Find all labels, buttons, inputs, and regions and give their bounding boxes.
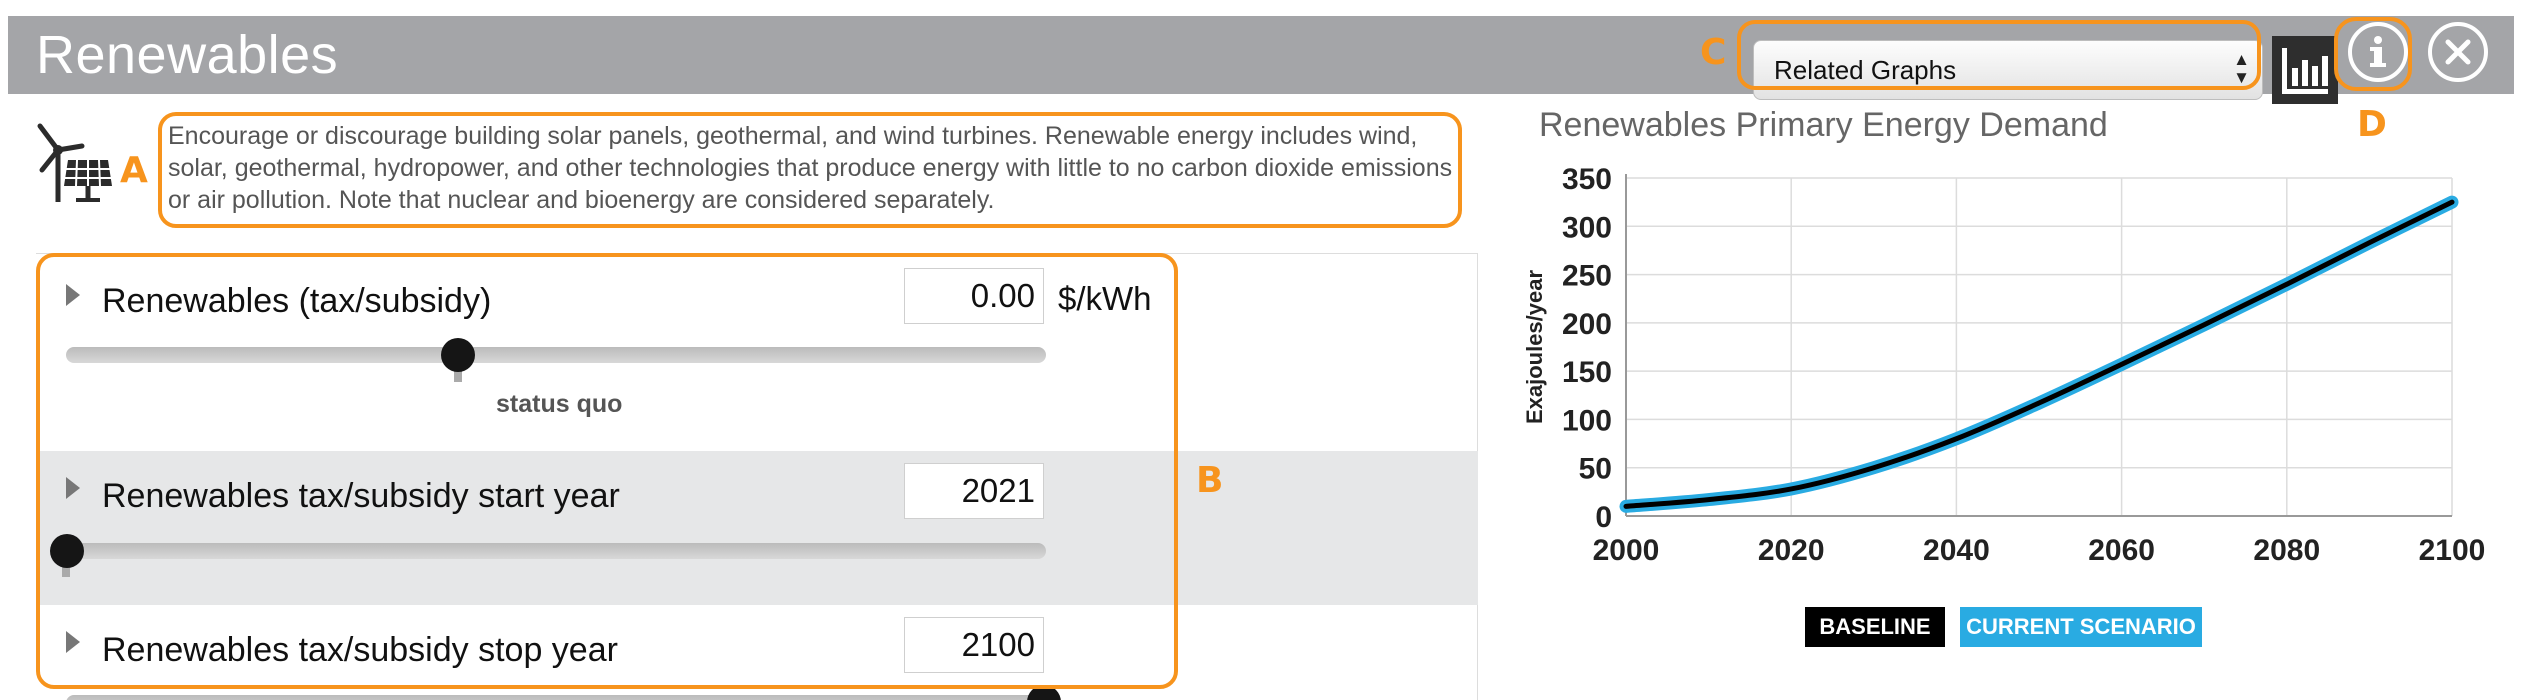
legend-baseline[interactable]: BASELINE (1805, 607, 1945, 647)
series-line-current-scenario (1619, 195, 2459, 513)
y-tick-label: 300 (1562, 211, 1612, 244)
close-button[interactable] (2428, 22, 2488, 82)
description-text: Encourage or discourage building solar p… (168, 122, 1453, 214)
graph-button[interactable] (2272, 36, 2338, 104)
series-line-baseline (1623, 199, 2455, 509)
legend-current-scenario[interactable]: CURRENT SCENARIO (1960, 607, 2202, 647)
close-icon (2445, 39, 2471, 65)
y-tick-label: 100 (1562, 404, 1612, 437)
wind-turbine-solar-panel-icon (32, 120, 114, 204)
annotation-c-box (1737, 20, 2261, 90)
annotation-d-label: D (2357, 104, 2387, 145)
x-tick-label: 2100 (2419, 534, 2486, 567)
y-tick-label: 350 (1562, 163, 1612, 196)
annotation-a-label: A (120, 150, 148, 191)
annotation-b-box (36, 253, 1178, 689)
annotation-b-label: B (1196, 460, 1224, 501)
annotation-d-box (2334, 17, 2412, 91)
bar-chart-icon (2282, 48, 2328, 94)
y-tick-label: 250 (1562, 260, 1612, 293)
x-tick-label: 2020 (1758, 534, 1825, 567)
energy-demand-chart: 0 50 100 150 200 250 300 350 2000 2020 2040 2060 208… (1522, 163, 2486, 567)
x-tick-label: 2080 (2253, 534, 2320, 567)
x-tick-label: 2060 (2088, 534, 2155, 567)
y-tick-label: 0 (1595, 501, 1612, 534)
window-title: Renewables (36, 25, 339, 85)
y-tick-label: 200 (1562, 308, 1612, 341)
y-axis-label: Exajoules/year (1522, 270, 1547, 425)
x-tick-label: 2040 (1923, 534, 1990, 567)
stop-year-slider-track[interactable] (66, 695, 1046, 700)
annotation-c-label: C (1700, 32, 1727, 73)
chart-title: Renewables Primary Energy Demand (1539, 106, 2108, 144)
x-tick-label: 2000 (1593, 534, 1660, 567)
y-tick-label: 50 (1579, 453, 1612, 486)
y-tick-label: 150 (1562, 356, 1612, 389)
